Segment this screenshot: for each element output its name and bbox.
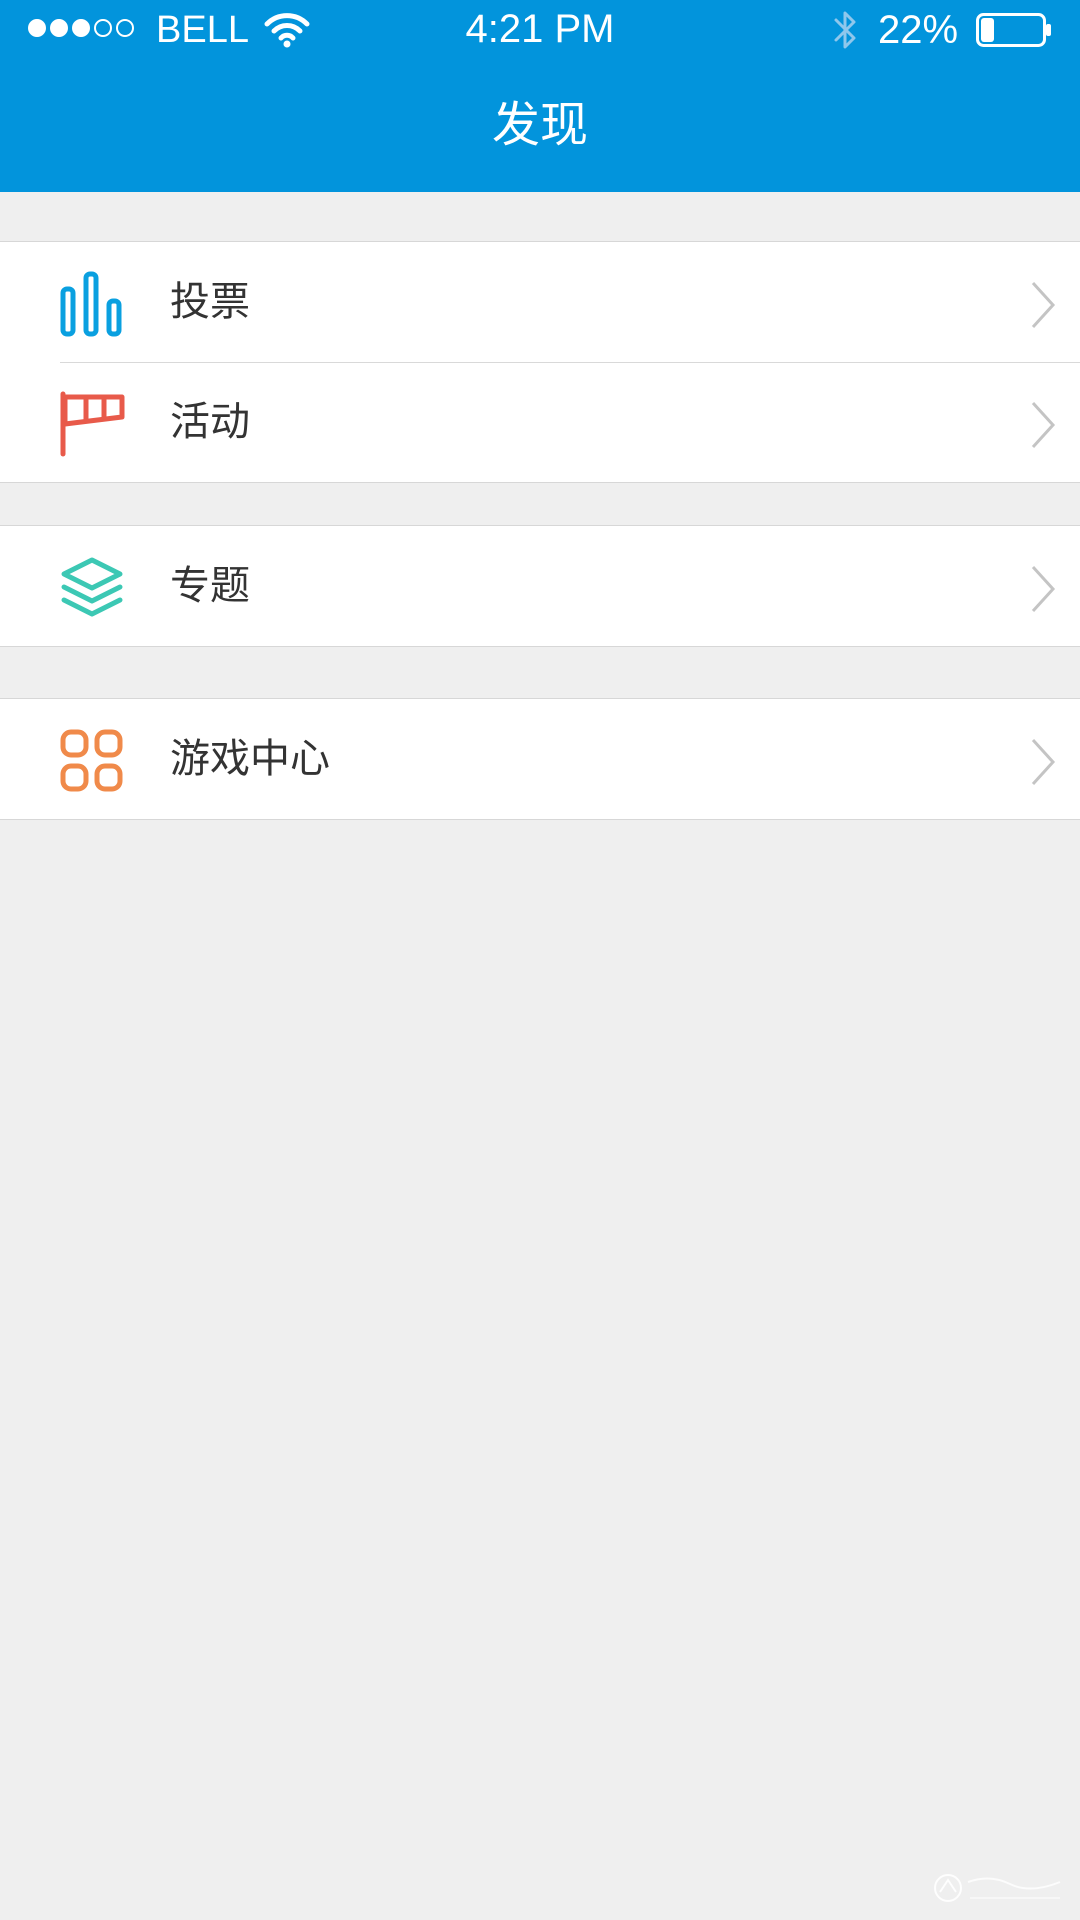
signal-dot bbox=[28, 19, 46, 37]
carrier-name: BELL bbox=[156, 9, 249, 51]
menu-item-label: 专题 bbox=[170, 563, 250, 609]
status-time: 4:21 PM bbox=[465, 7, 615, 51]
menu-item-game-center[interactable]: 游戏中心 bbox=[0, 699, 1080, 819]
menu-group-1: 投票 活动 bbox=[0, 241, 1080, 483]
grid-icon bbox=[60, 729, 123, 792]
battery-icon bbox=[976, 13, 1051, 47]
bar-chart-icon bbox=[60, 271, 122, 337]
menu-group-3: 游戏中心 bbox=[0, 698, 1080, 820]
signal-dot bbox=[116, 19, 134, 37]
signal-dot bbox=[50, 19, 68, 37]
menu-item-label: 游戏中心 bbox=[170, 736, 330, 782]
chevron-right-icon bbox=[1031, 565, 1056, 613]
menu-item-topics[interactable]: 专题 bbox=[0, 526, 1080, 646]
signal-strength-icon bbox=[28, 19, 134, 37]
watermark-logo bbox=[934, 1874, 1061, 1902]
chevron-right-icon bbox=[1031, 738, 1056, 786]
menu-group-2: 专题 bbox=[0, 525, 1080, 647]
menu-item-vote[interactable]: 投票 bbox=[0, 242, 1080, 362]
menu-item-label: 活动 bbox=[170, 399, 250, 445]
menu-item-activity[interactable]: 活动 bbox=[0, 362, 1080, 482]
status-bar: BELL 4:21 PM 22% bbox=[0, 0, 1080, 60]
layers-icon bbox=[61, 557, 123, 617]
chevron-right-icon bbox=[1031, 401, 1056, 449]
signal-dot bbox=[94, 19, 112, 37]
top-header: BELL 4:21 PM 22% 发现 bbox=[0, 0, 1080, 192]
wifi-icon bbox=[264, 13, 310, 48]
chevron-right-icon bbox=[1031, 281, 1056, 329]
page-title: 发现 bbox=[491, 97, 588, 153]
battery-percent: 22% bbox=[878, 8, 959, 52]
menu-item-label: 投票 bbox=[170, 279, 250, 325]
bluetooth-icon bbox=[834, 11, 856, 49]
signal-dot bbox=[72, 19, 90, 37]
flag-icon bbox=[60, 391, 125, 457]
